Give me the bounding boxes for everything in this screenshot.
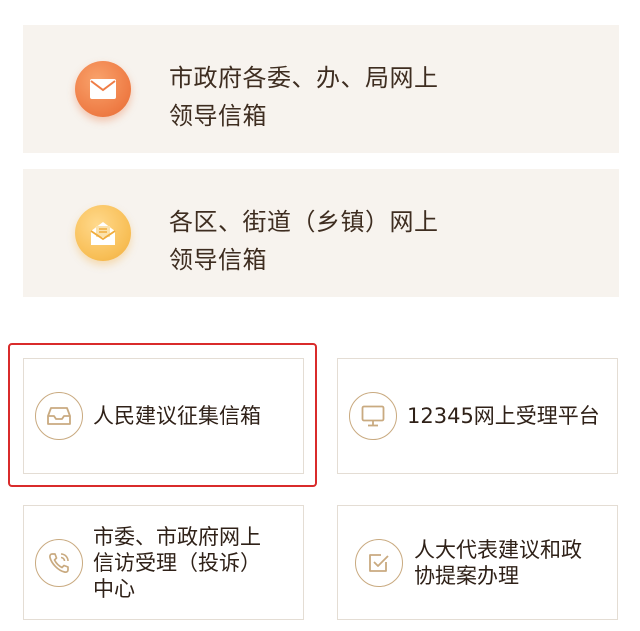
card-title-line1: 市政府各委、办、局网上	[169, 64, 439, 92]
card-title-line2: 领导信箱	[169, 246, 267, 274]
mail-icon	[75, 61, 131, 117]
card-title-line1: 各区、街道（乡镇）网上	[169, 208, 439, 236]
suggestion-mailbox-tile[interactable]: 人民建议征集信箱	[23, 358, 304, 474]
hotline-12345-label: 12345网上受理平台	[407, 403, 607, 429]
tile-label-line1: 人大代表建议和政	[414, 537, 582, 562]
city-leader-mailbox-card[interactable]: 市政府各委、办、局网上 领导信箱	[23, 25, 619, 153]
npc-proposal-tile[interactable]: 人大代表建议和政 协提案办理	[337, 505, 618, 620]
phone-icon	[35, 538, 83, 587]
petition-center-tile[interactable]: 市委、市政府网上 信访受理（投诉） 中心	[23, 505, 304, 620]
hotline-12345-tile[interactable]: 12345网上受理平台	[337, 358, 618, 474]
tile-label: 12345网上受理平台	[407, 404, 600, 428]
tile-label-line2: 协提案办理	[414, 563, 519, 588]
monitor-icon	[349, 392, 397, 440]
district-leader-mailbox-title: 各区、街道（乡镇）网上 领导信箱	[169, 203, 439, 279]
tile-label: 人民建议征集信箱	[93, 404, 261, 428]
tile-label-line2: 信访受理（投诉）	[93, 550, 261, 575]
inbox-icon	[35, 392, 83, 440]
district-leader-mailbox-card[interactable]: 各区、街道（乡镇）网上 领导信箱	[23, 169, 619, 297]
checkbox-icon	[355, 538, 403, 587]
tile-label-line3: 中心	[93, 576, 135, 601]
open-letter-icon	[75, 205, 131, 261]
petition-center-label: 市委、市政府网上 信访受理（投诉） 中心	[93, 524, 293, 602]
npc-proposal-label: 人大代表建议和政 协提案办理	[414, 537, 614, 589]
city-leader-mailbox-title: 市政府各委、办、局网上 领导信箱	[169, 59, 439, 135]
card-title-line2: 领导信箱	[169, 102, 267, 130]
suggestion-mailbox-label: 人民建议征集信箱	[93, 403, 293, 429]
tile-label-line1: 市委、市政府网上	[93, 524, 261, 549]
